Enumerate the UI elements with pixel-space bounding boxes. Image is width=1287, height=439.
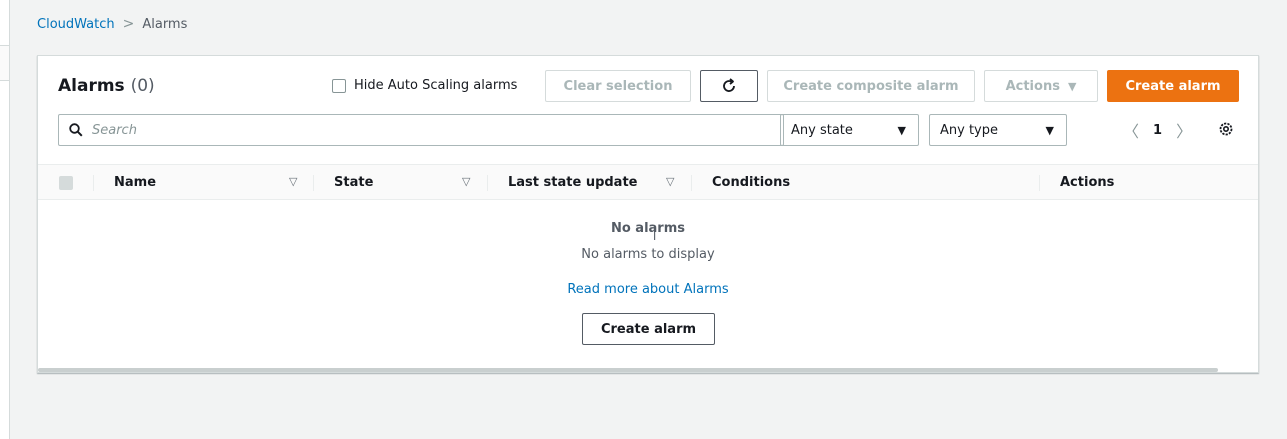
- read-more-alarms-link[interactable]: Read more about Alarms: [567, 282, 728, 297]
- hide-autoscaling-toggle[interactable]: Hide Auto Scaling alarms: [332, 78, 517, 93]
- column-header-actions: Actions: [1060, 175, 1115, 190]
- column-header-conditions: Conditions: [712, 175, 791, 190]
- search-input[interactable]: Search: [58, 114, 784, 146]
- sort-icon[interactable]: ▽: [289, 175, 297, 188]
- chevron-right-icon[interactable]: 〉: [1176, 118, 1192, 142]
- current-page[interactable]: 1: [1153, 123, 1162, 138]
- caret-down-icon: ▼: [1045, 123, 1054, 137]
- column-header-last-state-update[interactable]: Last state update: [508, 175, 638, 190]
- state-filter-value: Any state: [791, 122, 853, 138]
- alarms-panel: Alarms (0) Hide Auto Scaling alarms Clea…: [37, 55, 1259, 373]
- nav-toggle[interactable]: [0, 45, 10, 81]
- column-divider: [313, 175, 314, 191]
- column-divider: [691, 175, 692, 191]
- sort-icon[interactable]: ▽: [666, 175, 674, 188]
- search-placeholder: Search: [92, 122, 137, 138]
- refresh-icon: [723, 78, 735, 92]
- alarm-count: (0): [130, 76, 155, 96]
- type-filter-value: Any type: [940, 122, 998, 138]
- empty-state-link-row: Read more about Alarms: [38, 282, 1258, 297]
- column-header-state[interactable]: State: [334, 175, 373, 190]
- state-filter-select[interactable]: Any state ▼: [780, 114, 919, 146]
- column-divider: [487, 175, 488, 191]
- sort-icon[interactable]: ▽: [462, 175, 470, 188]
- search-icon: [69, 123, 83, 137]
- create-alarm-button[interactable]: Create alarm: [1107, 70, 1239, 102]
- type-filter-select[interactable]: Any type ▼: [929, 114, 1067, 146]
- clear-selection-button[interactable]: Clear selection: [545, 70, 691, 102]
- empty-create-alarm-button[interactable]: Create alarm: [582, 313, 715, 345]
- select-all-checkbox[interactable]: [59, 176, 73, 190]
- actions-label: Actions: [1005, 78, 1060, 94]
- breadcrumb-separator-icon: >: [122, 16, 135, 32]
- text-cursor-icon: I: [653, 230, 657, 243]
- column-header-name[interactable]: Name: [114, 175, 156, 190]
- actions-dropdown-button[interactable]: Actions ▼: [984, 70, 1098, 102]
- caret-down-icon: ▼: [897, 123, 906, 137]
- breadcrumb-cloudwatch-link[interactable]: CloudWatch: [37, 17, 115, 32]
- column-divider: [93, 175, 94, 191]
- empty-state-subtitle: No alarms to display: [581, 247, 715, 262]
- breadcrumb: CloudWatch > Alarms: [37, 16, 187, 32]
- table-header: Name ▽ State ▽ Last state update ▽ Condi…: [38, 164, 1258, 200]
- column-divider: [1039, 175, 1040, 191]
- empty-state-title: No alarms: [610, 221, 686, 236]
- breadcrumb-current: Alarms: [142, 16, 188, 32]
- caret-down-icon: ▼: [1067, 79, 1077, 93]
- panel-title-text: Alarms: [58, 76, 125, 96]
- hide-autoscaling-label: Hide Auto Scaling alarms: [354, 78, 518, 93]
- hide-autoscaling-checkbox[interactable]: [332, 78, 346, 93]
- refresh-button[interactable]: [700, 70, 758, 102]
- create-composite-alarm-button[interactable]: Create composite alarm: [767, 70, 975, 102]
- chevron-left-icon[interactable]: 〈: [1123, 118, 1139, 142]
- panel-title: Alarms (0): [58, 76, 155, 96]
- settings-icon[interactable]: [1218, 121, 1234, 137]
- pagination: 〈 1 〉: [1123, 118, 1192, 142]
- horizontal-scrollbar[interactable]: [38, 368, 1218, 372]
